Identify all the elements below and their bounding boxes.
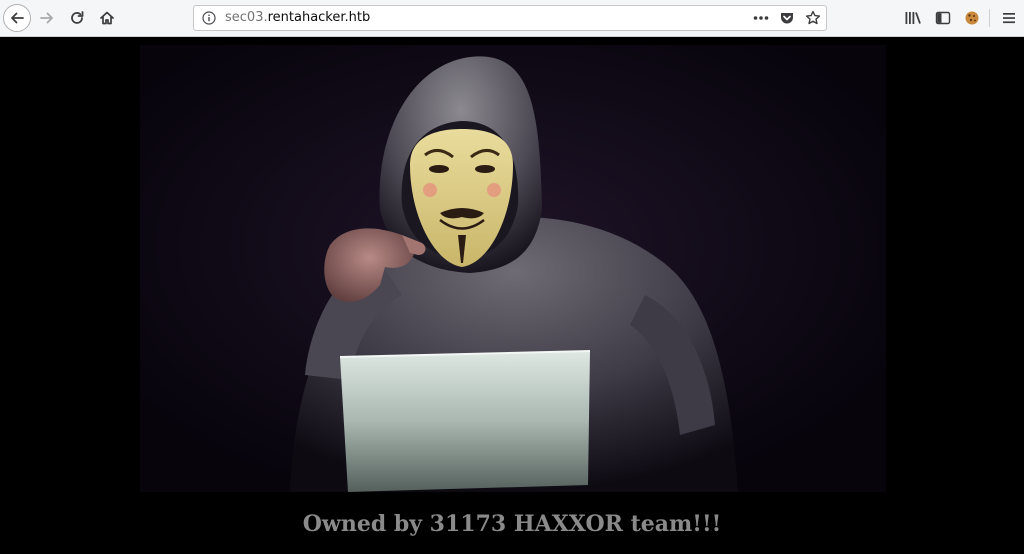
url-text[interactable]: sec03.rentahacker.htb bbox=[225, 10, 370, 26]
forward-arrow-icon bbox=[40, 12, 53, 24]
reload-button[interactable] bbox=[63, 4, 91, 32]
pocket-button[interactable] bbox=[777, 9, 797, 27]
hamburger-icon bbox=[1003, 13, 1015, 24]
star-icon bbox=[805, 10, 821, 25]
hacker-image bbox=[140, 45, 886, 492]
address-bar[interactable]: sec03.rentahacker.htb bbox=[193, 5, 827, 31]
sidebar-icon bbox=[935, 11, 951, 25]
defacement-headline: Owned by 31173 HAXXOR team!!! bbox=[302, 511, 722, 537]
back-arrow-icon bbox=[11, 12, 24, 24]
sidebar-button[interactable] bbox=[933, 8, 953, 28]
page-actions-button[interactable] bbox=[751, 9, 771, 27]
toolbar-divider bbox=[989, 9, 990, 27]
reload-icon bbox=[71, 11, 84, 24]
url-subdomain: sec03. bbox=[225, 10, 268, 25]
app-menu-button[interactable] bbox=[999, 8, 1019, 28]
home-button[interactable] bbox=[93, 4, 121, 32]
info-icon[interactable] bbox=[202, 11, 216, 25]
cookie-icon bbox=[965, 11, 979, 25]
library-button[interactable] bbox=[903, 8, 923, 28]
ellipsis-icon bbox=[753, 16, 769, 20]
page-content: Owned by 31173 HAXXOR team!!! bbox=[0, 37, 1024, 554]
browser-toolbar: sec03.rentahacker.htb bbox=[0, 0, 1024, 37]
bookmark-star-button[interactable] bbox=[803, 9, 823, 27]
back-button[interactable] bbox=[3, 4, 31, 32]
library-icon bbox=[905, 12, 921, 24]
url-domain: rentahacker.htb bbox=[267, 10, 371, 25]
cookie-extension-button[interactable] bbox=[962, 8, 982, 28]
forward-button[interactable] bbox=[33, 4, 61, 32]
pocket-icon bbox=[781, 13, 793, 24]
home-icon bbox=[100, 11, 114, 25]
